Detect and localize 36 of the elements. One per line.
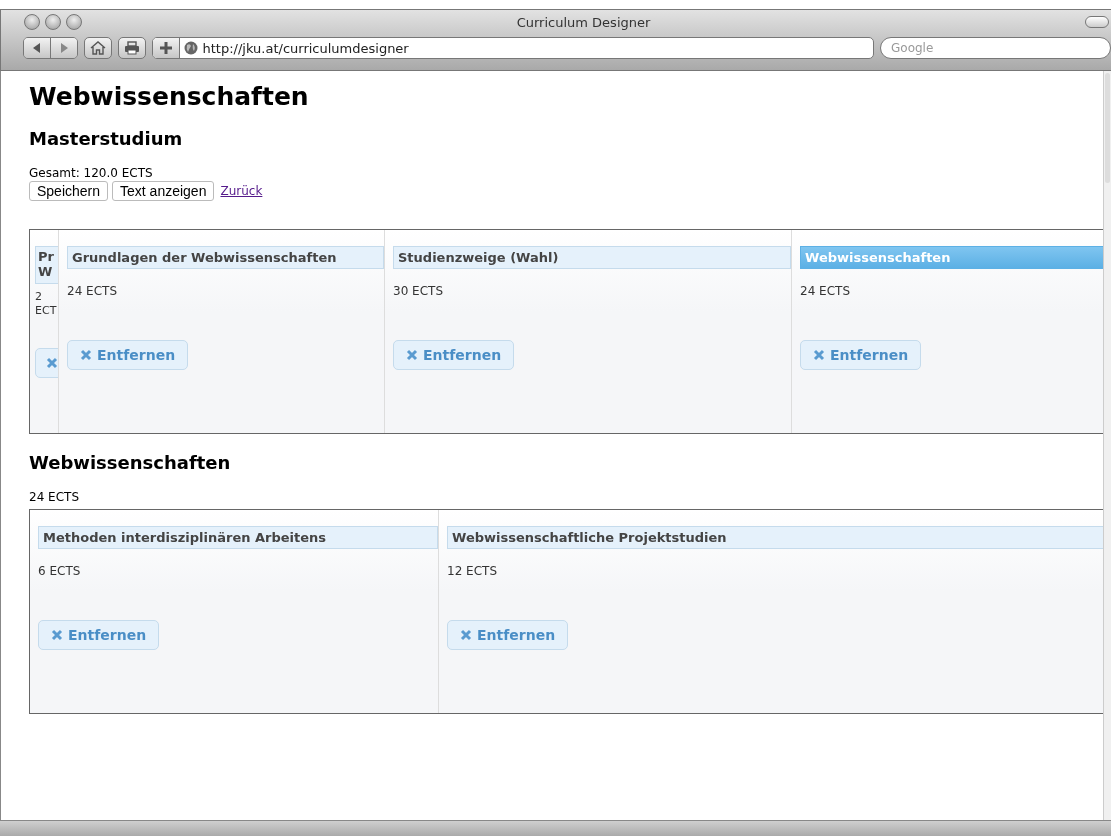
page-title: Webwissenschaften <box>29 82 310 111</box>
action-button[interactable]: Text anzeigen <box>112 181 215 201</box>
toolbar-toggle-icon[interactable] <box>1085 16 1109 28</box>
remove-icon <box>46 357 58 370</box>
section-title: Masterstudium <box>29 128 184 149</box>
module-ects: 24 ECTS <box>800 284 851 298</box>
back-icon[interactable] <box>24 38 50 58</box>
section-title: Webwissenschaften <box>29 452 232 473</box>
total-ects: Gesamt: 120.0 ECTS <box>29 166 154 180</box>
print-icon[interactable] <box>117 37 146 59</box>
remove-icon <box>813 349 825 361</box>
remove-icon <box>460 629 472 641</box>
window-title: Curriculum Designer <box>515 14 652 30</box>
module-title[interactable]: Methoden interdisziplinären Arbeitens <box>38 526 438 549</box>
minimize-icon[interactable] <box>45 14 61 30</box>
module-ects: 6 ECTS <box>38 564 82 578</box>
action-button[interactable]: Speichern <box>29 181 109 201</box>
forward-icon[interactable] <box>49 38 77 58</box>
zoom-icon[interactable] <box>66 14 82 30</box>
remove-icon <box>80 349 92 361</box>
close-icon[interactable] <box>24 14 40 30</box>
module-ects: 24 ECTS <box>67 284 118 298</box>
module-title[interactable]: Pr W <box>35 246 58 284</box>
module-ects: 30 ECTS <box>393 284 444 298</box>
module-ects: 12 ECTS <box>447 564 498 578</box>
back-link[interactable]: Zurück <box>220 184 263 198</box>
module-title[interactable]: Grundlagen der Webwissenschaften <box>67 246 384 269</box>
home-icon[interactable] <box>83 37 112 59</box>
module-ects: 2 ECT <box>35 289 58 319</box>
module-title[interactable]: Studienzweige (Wahl) <box>393 246 791 269</box>
remove-button[interactable] <box>35 348 58 379</box>
search-field[interactable]: Google <box>880 37 1111 59</box>
remove-icon <box>406 349 418 361</box>
remove-icon <box>51 629 63 641</box>
section-ects: 24 ECTS <box>29 490 80 504</box>
module-title[interactable]: Webwissenschaftliche Projektstudien <box>447 526 1103 549</box>
